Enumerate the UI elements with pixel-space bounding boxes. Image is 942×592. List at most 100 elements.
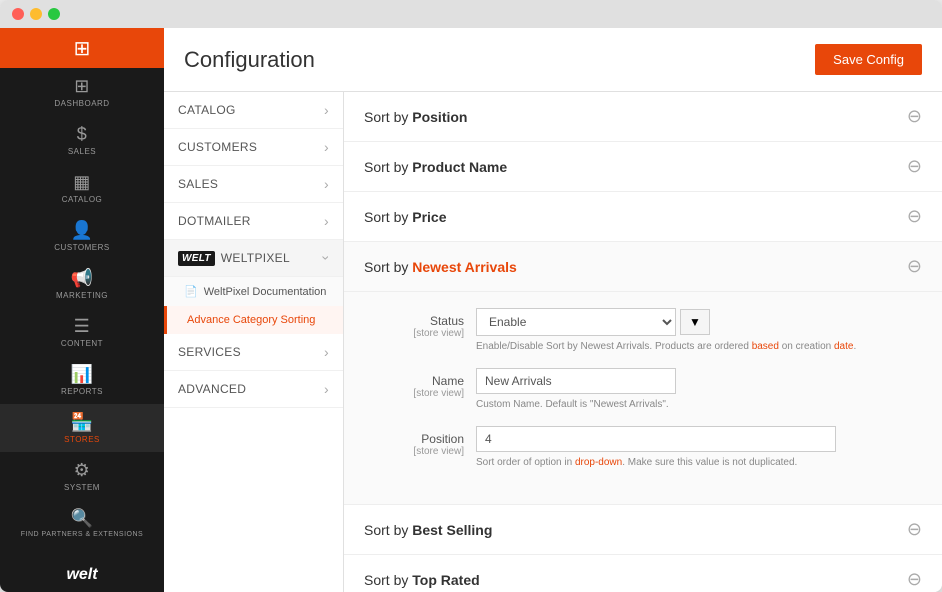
position-input[interactable] xyxy=(476,426,836,452)
status-select-wrap: Enable Disable ▼ xyxy=(476,308,922,336)
system-icon: ⚙ xyxy=(74,460,91,481)
position-control-wrap: Sort order of option in drop-down. Make … xyxy=(476,426,922,470)
collapse-product-name-icon: ⊖ xyxy=(907,156,922,177)
sidebar-label-dashboard: DASHBOARD xyxy=(54,99,109,108)
maximize-button[interactable] xyxy=(48,8,60,20)
position-help: Sort order of option in drop-down. Make … xyxy=(476,456,922,470)
docs-icon: 📄 xyxy=(184,285,198,298)
nav-advance-sorting[interactable]: Advance Category Sorting xyxy=(164,306,343,334)
sort-title-price: Sort by Price xyxy=(364,209,447,225)
nav-sales[interactable]: SALES › xyxy=(164,166,343,203)
nav-weltpixel-docs[interactable]: 📄 WeltPixel Documentation xyxy=(164,277,343,306)
sidebar-item-customers[interactable]: 👤 CUSTOMERS xyxy=(0,212,164,260)
name-label-main: Name xyxy=(364,374,464,388)
status-select-btn[interactable]: ▼ xyxy=(680,309,710,335)
sort-header-position[interactable]: Sort by Position ⊖ xyxy=(344,92,942,141)
sort-header-product-name[interactable]: Sort by Product Name ⊖ xyxy=(344,142,942,191)
save-config-button[interactable]: Save Config xyxy=(815,44,922,75)
sort-title-product-name: Sort by Product Name xyxy=(364,159,507,175)
position-label-sub: [store view] xyxy=(364,446,464,457)
nav-sales-label: SALES xyxy=(178,177,218,191)
sort-section-product-name: Sort by Product Name ⊖ xyxy=(344,142,942,192)
sidebar-logo: ⊞ xyxy=(0,28,164,68)
customers-icon: 👤 xyxy=(71,220,94,241)
marketing-icon: 📢 xyxy=(71,268,94,289)
services-chevron: › xyxy=(324,344,329,360)
sidebar-item-marketing[interactable]: 📢 MARKETING xyxy=(0,260,164,308)
nav-services-label: SERVICES xyxy=(178,345,241,359)
page-title: Configuration xyxy=(184,47,315,73)
collapse-best-selling-icon: ⊖ xyxy=(907,519,922,540)
form-row-position: Position [store view] Sort order of opti… xyxy=(364,426,922,470)
sidebar-item-sales[interactable]: $ SALES xyxy=(0,116,164,164)
sidebar-item-reports[interactable]: 📊 REPORTS xyxy=(0,356,164,404)
nav-dotmailer[interactable]: DOTMAILER › xyxy=(164,203,343,240)
form-row-name: Name [store view] Custom Name. Default i… xyxy=(364,368,922,412)
name-input[interactable] xyxy=(476,368,676,394)
position-label: Position [store view] xyxy=(364,426,464,457)
sort-header-top-rated[interactable]: Sort by Top Rated ⊖ xyxy=(344,555,942,592)
sidebar-label-system: SYSTEM xyxy=(64,483,100,492)
sidebar-item-catalog[interactable]: ▦ CATALOG xyxy=(0,164,164,212)
customers-chevron: › xyxy=(324,139,329,155)
left-panel: CATALOG › CUSTOMERS › SALES › DOTMAILER … xyxy=(164,92,344,592)
sidebar-label-partners: FIND PARTNERS & EXTENSIONS xyxy=(21,531,143,538)
advanced-chevron: › xyxy=(324,381,329,397)
minimize-button[interactable] xyxy=(30,8,42,20)
close-button[interactable] xyxy=(12,8,24,20)
weltpixel-chevron: › xyxy=(319,256,335,261)
nav-weltpixel[interactable]: welt WELTPIXEL › xyxy=(164,240,343,277)
collapse-newest-arrivals-icon: ⊖ xyxy=(907,256,922,277)
sorting-label: Advance Category Sorting xyxy=(187,314,315,326)
nav-customers[interactable]: CUSTOMERS › xyxy=(164,129,343,166)
collapse-top-rated-icon: ⊖ xyxy=(907,569,922,590)
name-label: Name [store view] xyxy=(364,368,464,399)
sort-header-price[interactable]: Sort by Price ⊖ xyxy=(344,192,942,241)
nav-advanced[interactable]: ADVANCED › xyxy=(164,371,343,408)
sort-header-newest-arrivals[interactable]: Sort by Newest Arrivals ⊖ xyxy=(344,242,942,291)
nav-catalog[interactable]: CATALOG › xyxy=(164,92,343,129)
catalog-chevron: › xyxy=(324,102,329,118)
sort-header-best-selling[interactable]: Sort by Best Selling ⊖ xyxy=(344,505,942,554)
window-chrome: ⊞ ⊞ DASHBOARD $ SALES ▦ CATALOG 👤 CUSTOM… xyxy=(0,0,942,592)
collapse-position-icon: ⊖ xyxy=(907,106,922,127)
sidebar-label-stores: STORES xyxy=(64,435,100,444)
stores-icon: 🏪 xyxy=(71,412,94,433)
sidebar-item-partners[interactable]: 🔍 FIND PARTNERS & EXTENSIONS xyxy=(0,500,164,546)
app-container: ⊞ ⊞ DASHBOARD $ SALES ▦ CATALOG 👤 CUSTOM… xyxy=(0,28,942,592)
form-row-status: Status [store view] Enable Disable xyxy=(364,308,922,354)
nav-services[interactable]: SERVICES › xyxy=(164,334,343,371)
sidebar-label-content: CONTENT xyxy=(61,339,103,348)
right-panel: Sort by Position ⊖ Sort by Product Name … xyxy=(344,92,942,592)
title-bar xyxy=(0,0,942,28)
sort-section-price: Sort by Price ⊖ xyxy=(344,192,942,242)
name-help: Custom Name. Default is "Newest Arrivals… xyxy=(476,398,922,412)
weltpixel-header-wrap: welt WELTPIXEL xyxy=(178,251,290,266)
nav-dotmailer-label: DOTMAILER xyxy=(178,214,251,228)
content-area: CATALOG › CUSTOMERS › SALES › DOTMAILER … xyxy=(164,92,942,592)
sidebar-label-reports: REPORTS xyxy=(61,387,103,396)
position-label-main: Position xyxy=(364,432,464,446)
sidebar-label-catalog: CATALOG xyxy=(62,195,103,204)
sidebar-label-marketing: MARKETING xyxy=(56,291,108,300)
sidebar-nav: ⊞ DASHBOARD $ SALES ▦ CATALOG 👤 CUSTOMER… xyxy=(0,68,164,558)
sidebar-item-dashboard[interactable]: ⊞ DASHBOARD xyxy=(0,68,164,116)
nav-advanced-label: ADVANCED xyxy=(178,382,246,396)
sort-title-top-rated: Sort by Top Rated xyxy=(364,572,480,588)
sidebar-item-system[interactable]: ⚙ SYSTEM xyxy=(0,452,164,500)
sort-expanded-newest-arrivals: Status [store view] Enable Disable xyxy=(344,291,942,504)
sort-title-newest-arrivals: Sort by Newest Arrivals xyxy=(364,259,517,275)
weltpixel-submenu: 📄 WeltPixel Documentation Advance Catego… xyxy=(164,277,343,334)
collapse-price-icon: ⊖ xyxy=(907,206,922,227)
sort-section-top-rated: Sort by Top Rated ⊖ xyxy=(344,555,942,592)
sort-section-best-selling: Sort by Best Selling ⊖ xyxy=(344,505,942,555)
status-help: Enable/Disable Sort by Newest Arrivals. … xyxy=(476,340,922,354)
status-select[interactable]: Enable Disable xyxy=(476,308,676,336)
dashboard-icon: ⊞ xyxy=(74,76,90,97)
nav-catalog-label: CATALOG xyxy=(178,103,236,117)
sidebar-item-content[interactable]: ☰ CONTENT xyxy=(0,308,164,356)
sidebar-item-stores[interactable]: 🏪 STORES xyxy=(0,404,164,452)
sidebar-label-sales: SALES xyxy=(68,147,96,156)
weltpixel-logo: welt xyxy=(178,251,215,266)
sidebar: ⊞ ⊞ DASHBOARD $ SALES ▦ CATALOG 👤 CUSTOM… xyxy=(0,28,164,592)
